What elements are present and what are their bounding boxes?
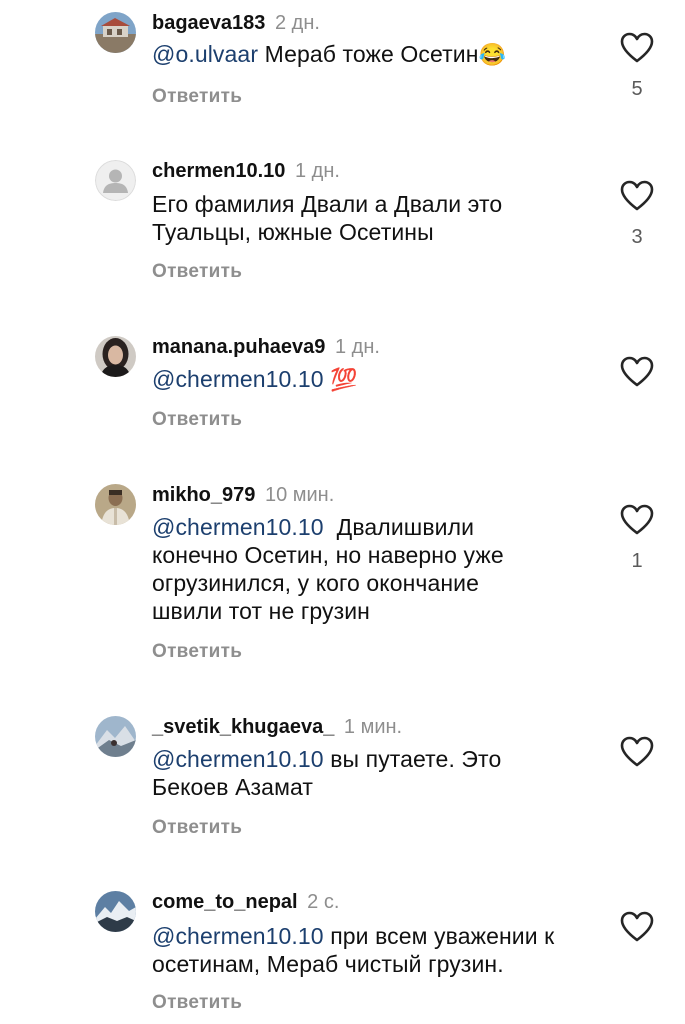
comment-text: @chermen10.10 Двалишвили конечно Осетин,… xyxy=(152,513,592,625)
comment-line: огрузинился, у кого окончание xyxy=(152,570,479,596)
avatar[interactable] xyxy=(95,484,136,525)
avatar[interactable] xyxy=(95,891,136,932)
mention-link[interactable]: @chermen10.10 xyxy=(152,746,324,772)
mention-link[interactable]: @o.ulvaar xyxy=(152,41,258,67)
username[interactable]: _svetik_khugaeva_ xyxy=(152,716,334,738)
comment-meta: chermen10.10 1 дн. xyxy=(152,158,340,184)
comment-line: конечно Осетин, но наверно уже xyxy=(152,542,504,568)
emoji: 😂 xyxy=(478,42,507,67)
heart-outline-icon[interactable] xyxy=(620,32,654,64)
comment-line: @chermen10.10 при всем уважении к xyxy=(152,922,592,950)
like-count: 5 xyxy=(631,78,643,100)
reply-button[interactable]: Ответить xyxy=(152,85,242,109)
like-count: 1 xyxy=(631,550,643,572)
heart-outline-icon[interactable] xyxy=(620,911,654,943)
timestamp: 1 дн. xyxy=(294,160,340,182)
timestamp: 2 дн. xyxy=(274,12,320,34)
timestamp: 10 мин. xyxy=(264,484,335,506)
username[interactable]: mikho_979 xyxy=(152,484,255,506)
reply-button[interactable]: Ответить xyxy=(152,991,242,1015)
comment-text: @chermen10.10 вы путаете. Это Бекоев Аза… xyxy=(152,745,592,801)
default-user-avatar-icon[interactable] xyxy=(95,160,136,201)
comment-body: при всем уважении к xyxy=(323,923,555,949)
comment-text: @chermen10.10 💯 xyxy=(152,365,592,394)
comment-line: @chermen10.10 вы путаете. Это xyxy=(152,745,592,773)
username[interactable]: manana.puhaeva9 xyxy=(152,336,325,358)
comment-line: @chermen10.10 Двалишвили xyxy=(152,513,592,541)
avatar[interactable] xyxy=(95,336,136,377)
timestamp: 1 мин. xyxy=(343,716,403,738)
comment-body: вы путаете. Это xyxy=(323,746,502,772)
comment-line: Его фамилия Двали а Двали это xyxy=(152,191,503,217)
heart-outline-icon[interactable] xyxy=(620,180,654,212)
mention-link[interactable]: @chermen10.10 xyxy=(152,514,324,540)
comment-line: швили тот не грузин xyxy=(152,598,370,624)
avatar[interactable] xyxy=(95,12,136,53)
heart-outline-icon[interactable] xyxy=(620,356,654,388)
comment-text: @chermen10.10 при всем уважении к осетин… xyxy=(152,922,592,978)
username[interactable]: bagaeva183 xyxy=(152,12,265,34)
reply-button[interactable]: Ответить xyxy=(152,260,242,284)
mention-link[interactable]: @chermen10.10 xyxy=(152,923,324,949)
comment-meta: mikho_979 10 мин. xyxy=(152,482,334,508)
timestamp: 2 с. xyxy=(307,891,340,913)
username[interactable]: come_to_nepal xyxy=(152,891,298,913)
comment-meta: manana.puhaeva9 1 дн. xyxy=(152,334,380,360)
reply-button[interactable]: Ответить xyxy=(152,408,242,432)
like-count: 3 xyxy=(631,226,643,248)
comment-text: @o.ulvaar Мераб тоже Осетин😂 xyxy=(152,40,592,69)
comment-meta: _svetik_khugaeva_ 1 мин. xyxy=(152,714,402,740)
reply-button[interactable]: Ответить xyxy=(152,640,242,664)
timestamp: 1 дн. xyxy=(334,336,380,358)
heart-outline-icon[interactable] xyxy=(620,504,654,536)
comment-line: Бекоев Азамат xyxy=(152,774,314,800)
comment-meta: bagaeva183 2 дн. xyxy=(152,10,320,36)
reply-button[interactable]: Ответить xyxy=(152,816,242,840)
username[interactable]: chermen10.10 xyxy=(152,160,285,182)
comment-body: Двалишвили xyxy=(323,514,475,540)
comment-text: Его фамилия Двали а Двали это Туальцы, ю… xyxy=(152,190,592,246)
comment-line: осетинам, Мераб чистый грузин. xyxy=(152,951,504,977)
hundred-points-emoji: 💯 xyxy=(330,367,358,392)
comment-line: Туальцы, южные Осетины xyxy=(152,219,434,245)
comment-meta: come_to_nepal 2 с. xyxy=(152,889,339,915)
avatar[interactable] xyxy=(95,716,136,757)
comment-body: Мераб тоже Осетин xyxy=(258,41,479,67)
heart-outline-icon[interactable] xyxy=(620,736,654,768)
mention-link[interactable]: @chermen10.10 xyxy=(152,366,324,392)
